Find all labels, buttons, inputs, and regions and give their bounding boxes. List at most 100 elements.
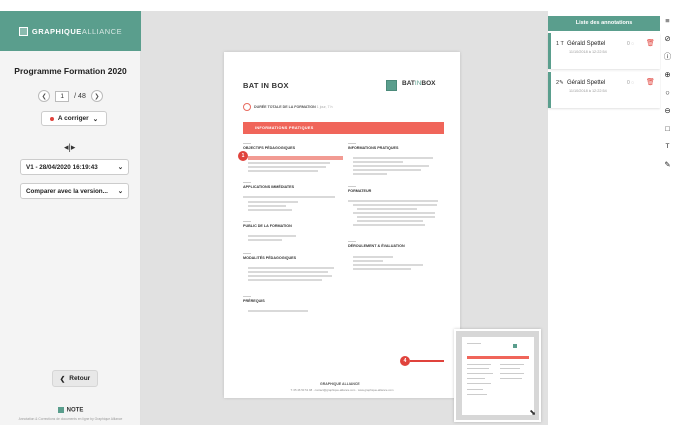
doc-brand-icon — [386, 80, 397, 91]
section-heading: OBJECTIFS PÉDAGOGIQUES — [243, 146, 296, 150]
text-line — [357, 216, 435, 218]
note-footer: NOTE — [0, 407, 141, 414]
annotation-item[interactable]: 2✎ Gérald Spettel 11/10/2018 à 12:22:54 … — [548, 72, 660, 108]
document-page[interactable]: BAT IN BOX BATINBOX DURÉE TOTALE DE LA F… — [224, 52, 460, 398]
minimap-logo — [513, 344, 517, 348]
divider — [348, 186, 356, 187]
text-line — [248, 235, 296, 237]
text-line — [353, 161, 403, 163]
page-navigator: ❮ 1 / 48 ❯ — [0, 90, 141, 102]
note-footer-sub: Annotation & Corrections de documents en… — [18, 417, 123, 421]
highlight-annotation[interactable] — [248, 156, 343, 160]
doc-footer-contact: T. 05 46 50 51 98 · contact@graphique-al… — [290, 388, 394, 392]
minimap-line — [467, 343, 481, 344]
section-heading: INFORMATIONS PRATIQUES — [348, 146, 399, 150]
status-label: A corriger — [57, 115, 89, 122]
annotation-marker[interactable]: 1 — [238, 151, 248, 161]
minimap-line — [500, 378, 522, 379]
clock-icon — [243, 103, 251, 111]
minimap-line — [467, 364, 491, 365]
menu-icon[interactable]: ≡ — [663, 16, 672, 25]
section-heading: PUBLIC DE LA FORMATION — [243, 224, 292, 228]
text-line — [248, 170, 318, 172]
annotation-item[interactable]: 1 T Gérald Spettel 11/10/2018 à 12:22:54… — [548, 33, 660, 69]
note-brand: NOTE — [66, 407, 84, 414]
annotation-panel: Liste des annotations 1 T Gérald Spettel… — [548, 11, 661, 425]
text-line — [353, 165, 429, 167]
divider — [243, 253, 251, 254]
version-select-label: V1 - 28/04/2020 16:19:43 — [26, 163, 98, 171]
minimap-line — [467, 373, 493, 374]
pencil-icon[interactable]: ✎ — [663, 160, 672, 169]
trash-icon[interactable]: 🗑 — [646, 39, 655, 47]
text-line — [353, 157, 433, 159]
chevron-down-icon: ⌄ — [117, 163, 123, 171]
info-icon[interactable]: ⓘ — [663, 52, 672, 61]
annotation-number: 1 — [556, 41, 560, 47]
doc-brand: BATINBOX — [402, 80, 435, 87]
text-line — [353, 204, 437, 206]
text-icon[interactable]: T — [663, 142, 672, 151]
divider — [243, 182, 251, 183]
page-number-input[interactable]: 1 — [55, 90, 70, 102]
expand-icon[interactable]: ⬊ — [529, 408, 536, 417]
minimap-line — [467, 394, 487, 395]
comment-icon: ◌ — [631, 80, 635, 86]
zoom-out-icon[interactable]: ⊖ — [663, 106, 672, 115]
minimap-line — [467, 383, 491, 384]
chevron-left-icon: ❮ — [59, 375, 66, 383]
text-line — [353, 264, 423, 266]
text-tool-icon: T — [560, 41, 564, 47]
chevron-down-icon: ⌄ — [117, 187, 123, 195]
zoom-in-icon[interactable]: ⊕ — [663, 70, 672, 79]
note-logo-icon — [57, 407, 64, 413]
minimap-line — [500, 368, 520, 369]
text-line — [248, 205, 286, 207]
back-button[interactable]: ❮ Retour — [52, 370, 98, 387]
rectangle-icon[interactable]: □ — [663, 124, 672, 133]
chevron-down-icon: ⌄ — [92, 115, 99, 123]
compare-version-select[interactable]: Comparer avec la version... ⌄ — [20, 183, 129, 199]
section-heading: MODALITÉS PÉDAGOGIQUES — [243, 256, 297, 260]
duration: DURÉE TOTALE DE LA FORMATION 1 jour, 7 h — [254, 105, 333, 109]
text-line — [353, 268, 411, 270]
search-icon[interactable]: ○ — [663, 88, 672, 97]
brand-logo: GRAPHIQUEALLIANCE — [0, 11, 141, 51]
divider — [243, 221, 251, 222]
text-line — [243, 196, 335, 198]
minimap-line — [467, 389, 483, 390]
text-line — [248, 275, 332, 277]
comment-icon: ◌ — [631, 41, 635, 47]
annotation-marker[interactable]: 4 — [400, 356, 410, 366]
section-heading: APPLICATIONS IMMÉDIATES — [243, 185, 295, 189]
text-line — [248, 279, 322, 281]
page-minimap[interactable]: ⬊ — [454, 329, 541, 422]
reply-count: 0 — [627, 80, 630, 86]
minimap-line — [467, 378, 485, 379]
arrow-annotation[interactable] — [410, 360, 444, 362]
brand-bold: BAT — [402, 80, 415, 87]
logo-bold: GRAPHIQUE — [31, 26, 82, 36]
section-heading: PRÉREQUIS — [243, 299, 265, 303]
next-page-button[interactable]: ❯ — [90, 90, 103, 102]
text-line — [248, 162, 330, 164]
divider — [243, 143, 251, 144]
minimap-line — [500, 373, 524, 374]
prev-page-button[interactable]: ❮ — [38, 90, 51, 102]
duration-label: DURÉE TOTALE DE LA FORMATION — [254, 105, 316, 109]
version-select[interactable]: V1 - 28/04/2020 16:19:43 ⌄ — [20, 159, 129, 175]
minimap-page — [462, 337, 534, 415]
document-viewer[interactable]: BAT IN BOX BATINBOX DURÉE TOTALE DE LA F… — [141, 11, 548, 425]
trash-icon[interactable]: 🗑 — [646, 78, 655, 86]
status-dropdown[interactable]: A corriger ⌄ — [41, 111, 107, 126]
text-line — [248, 166, 326, 168]
back-label: Retour — [69, 375, 91, 382]
text-line — [348, 200, 438, 202]
doc-title: BAT IN BOX — [243, 81, 289, 90]
section-heading: FORMATEUR — [348, 189, 372, 193]
text-line — [248, 267, 334, 269]
compare-icon[interactable]: ◂|▸ — [64, 142, 75, 153]
logo-thin: ALLIANCE — [81, 26, 123, 36]
hide-icon[interactable]: ⊘ — [663, 34, 672, 43]
pencil-tool-icon: ✎ — [559, 80, 564, 86]
